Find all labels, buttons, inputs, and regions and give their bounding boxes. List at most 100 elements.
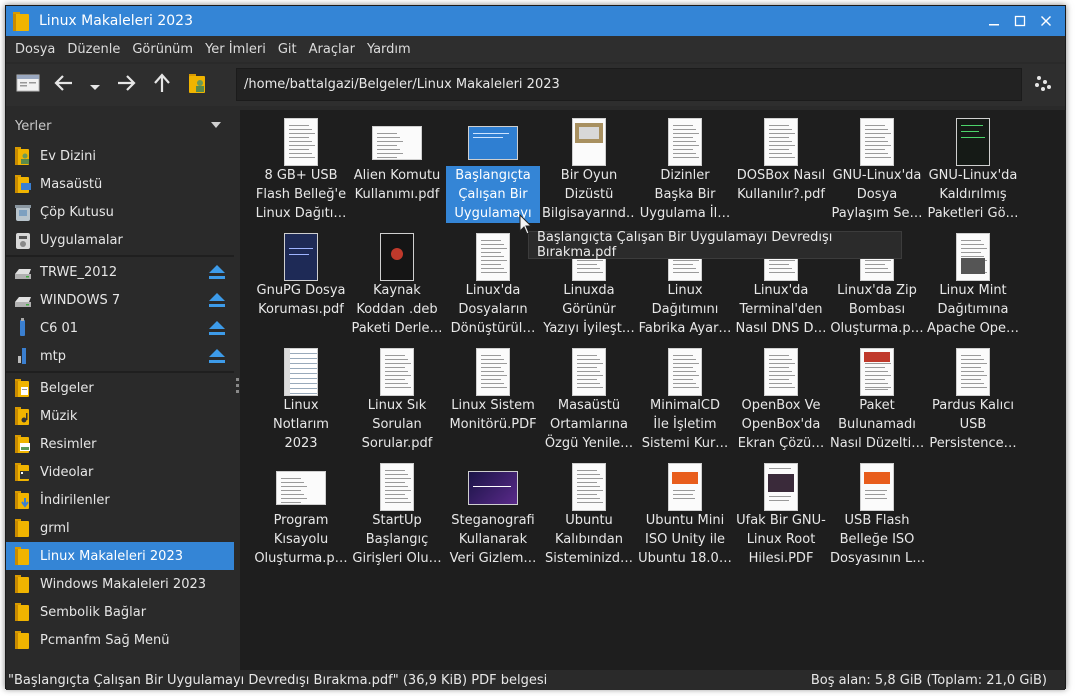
menu-duzenle[interactable]: Düzenle <box>61 42 126 57</box>
folder-icon <box>13 378 33 398</box>
file-item[interactable]: Steganografi Kullanarak Veri Gizlem… <box>446 459 540 571</box>
new-tab-button[interactable] <box>10 68 46 102</box>
file-item[interactable]: StartUp Başlangıç Girişleri Olu… <box>350 459 444 571</box>
maximize-button[interactable] <box>1007 8 1033 34</box>
sidebar-item-bookmarks[interactable]: Linux Makaleleri 2023 <box>6 542 234 570</box>
eject-icon[interactable] <box>209 265 225 280</box>
sidebar-item-devices[interactable]: TRWE_2012 <box>6 258 234 286</box>
file-name: Linux Mint Dağıtımına Apache Ope… <box>926 283 1020 336</box>
file-item[interactable]: Linux Sık Sorulan Sorular.pdf <box>350 344 444 456</box>
sidebar-item-bookmarks[interactable]: Resimler <box>6 430 234 458</box>
sidebar-item-devices[interactable]: C6 01 <box>6 314 234 342</box>
file-item[interactable]: Linux Mint Dağıtımına Apache Ope… <box>926 229 1020 341</box>
file-name: Paket Bulunamadı Nasıl Düzelti… <box>830 398 924 451</box>
minimize-button[interactable] <box>981 8 1007 34</box>
sidebar-item-bookmarks[interactable]: Pcmanfm Sağ Menü <box>6 626 234 654</box>
file-item[interactable]: MinimalCD İle İşletim Sistemi Kur… <box>638 344 732 456</box>
file-thumbnail <box>380 348 414 396</box>
file-name: Linux Notlarım 2023 <box>273 398 329 451</box>
sidebar-item-label: Ev Dizini <box>40 148 96 164</box>
menu-yer-imleri[interactable]: Yer İmleri <box>199 42 272 57</box>
eject-icon[interactable] <box>209 293 225 308</box>
file-item[interactable]: GnuPG Dosya Koruması.pdf <box>254 229 348 341</box>
file-item[interactable]: Bir Oyun Dizüstü Bilgisayarınd… <box>542 114 636 226</box>
file-view[interactable]: 8 GB+ USB Flash Belleğ'e Linux Dağıtı… Al… <box>240 110 1066 670</box>
file-item[interactable]: Paket Bulunamadı Nasıl Düzelti… <box>830 344 924 456</box>
file-item[interactable]: GNU-Linux'da Kaldırılmış Paketleri Gö… <box>926 114 1020 226</box>
sidebar-item-bookmarks[interactable]: Belgeler <box>6 374 234 402</box>
menu-araclar[interactable]: Araçlar <box>303 42 361 57</box>
back-button[interactable] <box>46 68 82 102</box>
file-name: Linux Sistem Monitörü.PDF <box>449 398 537 432</box>
sidebar-item-bookmarks[interactable]: Sembolik Bağlar <box>6 598 234 626</box>
file-item[interactable]: Alien Komutu Kullanımı.pdf <box>350 114 444 226</box>
file-item[interactable]: 8 GB+ USB Flash Belleğ'e Linux Dağıtı… <box>254 114 348 226</box>
history-dropdown-button[interactable] <box>82 68 108 102</box>
menu-git[interactable]: Git <box>272 42 303 57</box>
file-item[interactable]: Kaynak Koddan .deb Paketi Derle… <box>350 229 444 341</box>
sidebar-item-devices[interactable]: WINDOWS 7 <box>6 286 234 314</box>
folder-icon <box>13 602 33 622</box>
location-path: /home/battalgazi/Belgeler/Linux Makalele… <box>244 77 560 92</box>
file-item[interactable]: Masaüstü Ortamlarına Özgü Yenile… <box>542 344 636 456</box>
sidebar-item-devices[interactable]: mtp <box>6 342 234 370</box>
sidebar-item-label: Sembolik Bağlar <box>40 604 147 620</box>
file-item[interactable]: Program Kısayolu Oluşturma.p… <box>254 459 348 571</box>
file-name: Linux'da Terminal'den Nasıl DNS D… <box>735 283 827 336</box>
file-item[interactable]: USB Flash Belleğe ISO Dosyasının L… <box>830 459 924 571</box>
file-item[interactable]: GNU-Linux'da Dosya Paylaşım Se… <box>830 114 924 226</box>
menu-gorunum[interactable]: Görünüm <box>126 42 199 57</box>
eject-icon[interactable] <box>209 349 225 364</box>
close-button[interactable] <box>1033 8 1059 34</box>
phone-icon <box>13 346 33 366</box>
file-name: Ubuntu Mini ISO Unity ile Ubuntu 18.0… <box>638 513 732 566</box>
file-item[interactable]: Linux Sistem Monitörü.PDF <box>446 344 540 456</box>
title-bar[interactable]: Linux Makaleleri 2023 <box>6 6 1065 36</box>
sidebar-item-places[interactable]: Uygulamalar <box>6 226 234 254</box>
menu-dosya[interactable]: Dosya <box>9 42 61 57</box>
file-item[interactable]: Ufak Bir GNU- Linux Root Hilesi.PDF <box>734 459 828 571</box>
home-button[interactable] <box>180 68 216 102</box>
file-item[interactable]: Linux'da Dosyaların Dönüştürül… <box>446 229 540 341</box>
file-thumbnail <box>284 118 318 166</box>
up-button[interactable] <box>144 68 180 102</box>
file-item[interactable]: Başlangıçta Çalışan Bir Uygulamayı <box>446 114 540 226</box>
file-item[interactable]: Linux Notlarım 2023 <box>254 344 348 456</box>
file-name: Linuxda Görünür Yazıyı İyileşt… <box>543 283 635 336</box>
forward-button[interactable] <box>108 68 144 102</box>
sidebar-item-label: Linux Makaleleri 2023 <box>40 548 183 564</box>
file-item[interactable]: Pardus Kalıcı USB Persistence… <box>926 344 1020 456</box>
selection-info: "Başlangıçta Çalışan Bir Uygulamayı Devr… <box>8 672 548 688</box>
sidebar-item-places[interactable]: Ev Dizini <box>6 142 234 170</box>
folder-icon <box>13 518 33 538</box>
folder-icon <box>13 574 33 594</box>
file-item[interactable]: DOSBox Nasıl Kullanılır?.pdf <box>734 114 828 226</box>
sidebar-item-places[interactable]: Masaüstü <box>6 170 234 198</box>
sidebar-item-bookmarks[interactable]: grml <box>6 514 234 542</box>
sidebar-item-places[interactable]: Çöp Kutusu <box>6 198 234 226</box>
view-options-button[interactable] <box>1023 68 1059 102</box>
sidebar-item-bookmarks[interactable]: Müzik <box>6 402 234 430</box>
file-thumbnail <box>572 463 606 511</box>
splitter-handle[interactable] <box>236 378 239 394</box>
sidebar-header[interactable]: Yerler <box>6 110 234 142</box>
file-item[interactable]: OpenBox Ve OpenBox'da Ekran Çözü… <box>734 344 828 456</box>
sidebar-item-bookmarks[interactable]: İndirilenler <box>6 486 234 514</box>
sidebar-item-label: Belgeler <box>40 380 94 396</box>
file-item[interactable]: Ubuntu Kalıbından Sisteminizd… <box>542 459 636 571</box>
file-item[interactable]: Dizinler Başka Bir Uygulama İl… <box>638 114 732 226</box>
sidebar-item-label: İndirilenler <box>40 492 110 508</box>
eject-icon[interactable] <box>209 321 225 336</box>
file-name: 8 GB+ USB Flash Belleğ'e Linux Dağıtı… <box>255 168 347 221</box>
sidebar-item-bookmarks[interactable]: Videolar <box>6 458 234 486</box>
file-name: Program Kısayolu Oluşturma.p… <box>254 513 348 566</box>
file-item[interactable]: Ubuntu Mini ISO Unity ile Ubuntu 18.0… <box>638 459 732 571</box>
file-name: GnuPG Dosya Koruması.pdf <box>256 283 346 317</box>
location-bar[interactable]: /home/battalgazi/Belgeler/Linux Makalele… <box>236 68 1022 101</box>
file-thumbnail <box>476 233 510 281</box>
menu-yardim[interactable]: Yardım <box>361 42 417 57</box>
file-thumbnail <box>476 348 510 396</box>
folder-icon <box>13 630 33 650</box>
sidebar-item-bookmarks[interactable]: Windows Makaleleri 2023 <box>6 570 234 598</box>
file-name: GNU-Linux'da Dosya Paylaşım Se… <box>831 168 923 221</box>
